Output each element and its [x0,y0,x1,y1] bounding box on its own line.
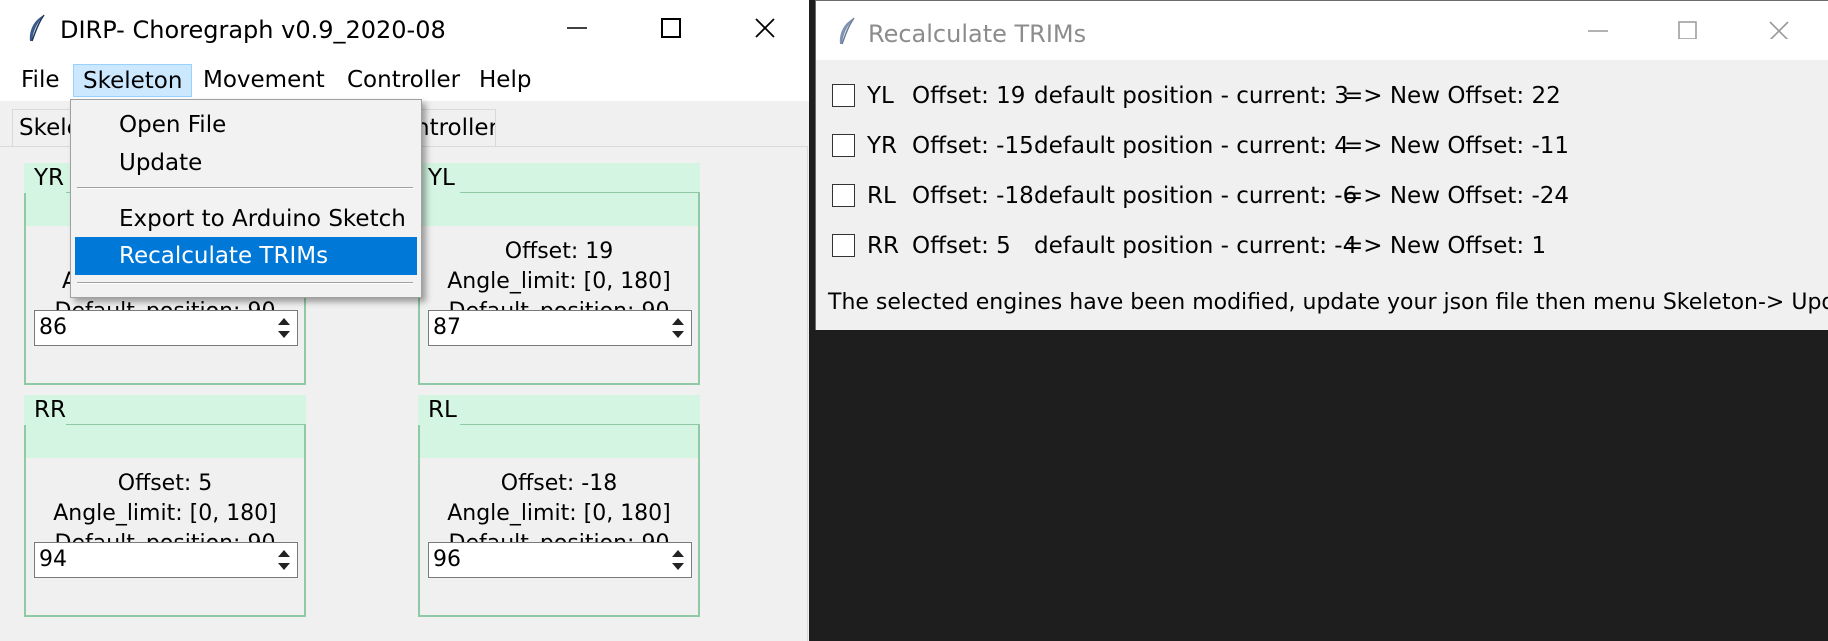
menu-item-open-file[interactable]: Open File [75,106,417,144]
trim-row-rr: RR Offset: 5 default position - current:… [816,226,1828,266]
trim-checkbox-rl[interactable] [832,184,855,207]
servo-label: RR [34,397,66,423]
main-window: DIRP- Choregraph v0.9_2020-08 File Skele… [0,0,809,641]
servo-label: YR [34,165,65,191]
servo-frame-rr: RR Offset: 5 Angle_limit: [0, 180] Defau… [24,395,306,617]
trim-new-offset: => New Offset: -11 [1344,133,1570,159]
trim-checkbox-yl[interactable] [832,84,855,107]
trim-servo: RL [867,183,896,209]
servo-value-spinbox[interactable]: 86 [34,310,298,346]
main-title-bar[interactable]: DIRP- Choregraph v0.9_2020-08 [0,0,809,59]
servo-frame-rl: RL Offset: -18 Angle_limit: [0, 180] Def… [418,395,700,617]
trim-new-offset: => New Offset: 22 [1344,83,1561,109]
trim-servo: YR [867,133,898,159]
spinbox-value: 96 [433,547,461,572]
servo-offset: Offset: -18 [500,471,618,496]
menu-file[interactable]: File [12,64,69,97]
trim-offset: Offset: -15 [912,133,1034,159]
menu-item-recalculate-trims[interactable]: Recalculate TRIMs [75,237,417,275]
trim-servo: RR [867,233,899,259]
servo-value-spinbox[interactable]: 87 [428,310,692,346]
spinbox-value: 87 [433,315,461,340]
skeleton-dropdown-menu: Open File Update Export to Arduino Sketc… [70,99,422,298]
maximize-button[interactable] [1642,1,1734,60]
recalculate-trims-window: Recalculate TRIMs YL Offset: 19 default … [815,0,1828,330]
trim-current: default position - current: 4 [1034,133,1349,159]
close-button[interactable] [719,0,809,59]
menu-item-export-arduino[interactable]: Export to Arduino Sketch [75,200,417,238]
menu-skeleton[interactable]: Skeleton [73,64,193,97]
tab-skeleton[interactable]: Skele [12,109,76,147]
servo-offset: Offset: 5 [117,471,213,496]
servo-offset: Offset: 19 [504,239,614,264]
menu-separator [77,282,413,284]
spinbox-arrows-icon[interactable] [665,543,691,577]
trim-new-offset: => New Offset: 1 [1344,233,1547,259]
menu-separator [77,187,413,189]
spinbox-arrows-icon[interactable] [271,311,297,345]
spinbox-value: 86 [39,315,67,340]
trim-title-bar[interactable]: Recalculate TRIMs [816,1,1828,60]
trim-offset: Offset: 5 [912,233,1011,259]
servo-label: RL [428,397,457,423]
trim-checkbox-yr[interactable] [832,134,855,157]
spinbox-value: 94 [39,547,67,572]
menu-item-update[interactable]: Update [75,144,417,182]
close-button[interactable] [1733,1,1825,60]
servo-angle-limit: Angle_limit: [0, 180] [447,269,671,294]
servo-frame-yl: YL Offset: 19 Angle_limit: [0, 180] Defa… [418,163,700,385]
trim-row-rl: RL Offset: -18 default position - curren… [816,176,1828,216]
servo-value-spinbox[interactable]: 94 [34,542,298,578]
menu-controller[interactable]: Controller [338,64,469,97]
servo-value-spinbox[interactable]: 96 [428,542,692,578]
trim-current: default position - current: 3 [1034,83,1349,109]
minimize-button[interactable] [1552,1,1644,60]
servo-angle-limit: Angle_limit: [0, 180] [447,501,671,526]
trim-current: default position - current: -4 [1034,233,1358,259]
trim-offset: Offset: -18 [912,183,1034,209]
minimize-button[interactable] [531,0,623,59]
spinbox-arrows-icon[interactable] [665,311,691,345]
window-title: DIRP- Choregraph v0.9_2020-08 [60,16,446,44]
servo-angle-limit: Angle_limit: [0, 180] [53,501,277,526]
spinbox-arrows-icon[interactable] [271,543,297,577]
trim-row-yr: YR Offset: -15 default position - curren… [816,126,1828,166]
trim-new-offset: => New Offset: -24 [1344,183,1570,209]
trim-servo: YL [867,83,894,109]
menu-bar: File Skeleton Movement Controller Help [0,59,809,101]
trim-offset: Offset: 19 [912,83,1026,109]
trim-row-yl: YL Offset: 19 default position - current… [816,76,1828,116]
trim-window-title: Recalculate TRIMs [868,20,1087,48]
trim-current: default position - current: -6 [1034,183,1358,209]
trim-checkbox-rr[interactable] [832,234,855,257]
maximize-button[interactable] [625,0,717,59]
trim-status-message: The selected engines have been modified,… [828,290,1828,315]
menu-movement[interactable]: Movement [194,64,334,97]
feather-icon [836,17,858,51]
menu-help[interactable]: Help [470,64,540,97]
feather-icon [26,14,48,48]
servo-label: YL [428,165,455,191]
